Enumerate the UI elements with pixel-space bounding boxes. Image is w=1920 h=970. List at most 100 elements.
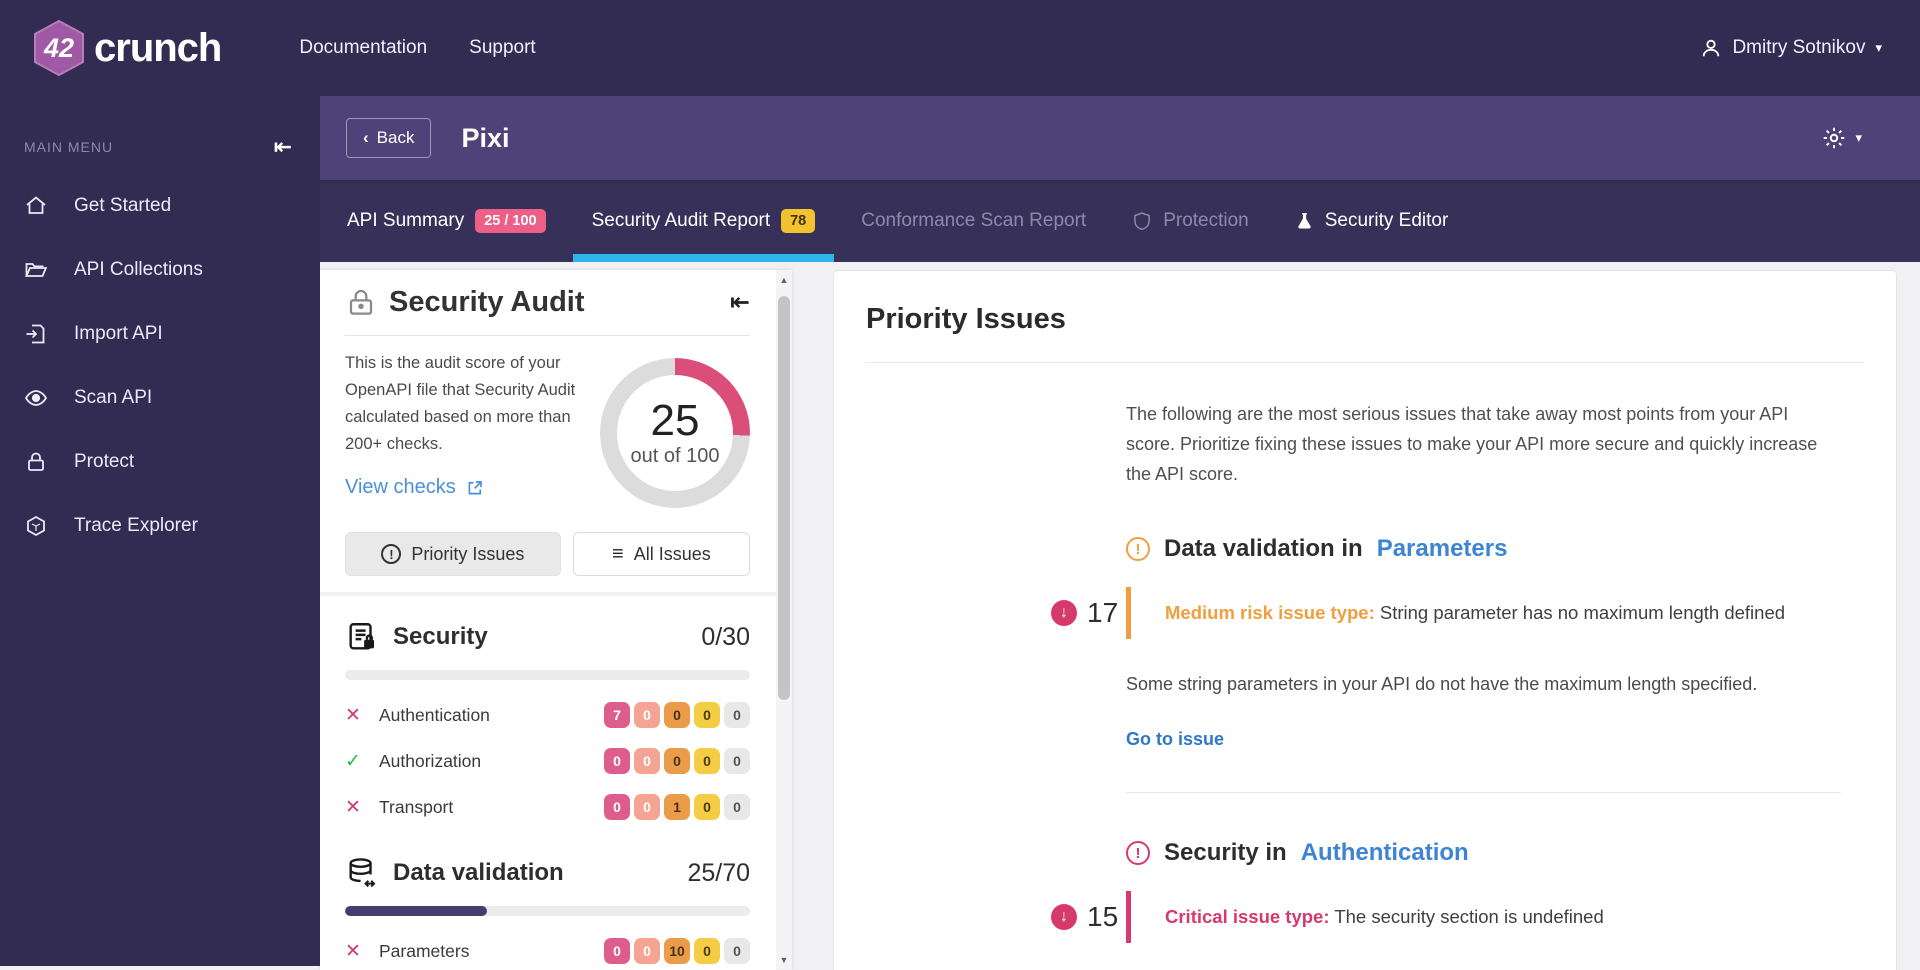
tab-api-summary[interactable]: API Summary 25 / 100 [328, 180, 565, 262]
severity-detail: The security section is undefined [1334, 906, 1603, 927]
severity-badge: 0 [634, 702, 660, 728]
user-icon [1700, 37, 1722, 59]
severity-badge: 0 [604, 794, 630, 820]
back-button[interactable]: ‹ Back [346, 118, 431, 158]
audit-row-authentication[interactable]: ✕ Authentication 7 0 0 0 0 [345, 692, 750, 738]
severity-badge: 0 [664, 702, 690, 728]
back-chevron-icon: ‹ [363, 128, 369, 148]
fail-x-icon: ✕ [345, 704, 379, 727]
issue-heading-link[interactable]: Parameters [1377, 535, 1508, 563]
view-checks-link[interactable]: View checks [345, 476, 600, 499]
severity-badge: 0 [634, 938, 660, 964]
sidebar-section-label: MAIN MENU [24, 139, 113, 155]
external-link-icon [466, 479, 484, 497]
gear-icon [1821, 125, 1847, 151]
padlock-icon [345, 287, 377, 319]
row-label: Parameters [379, 941, 604, 962]
all-issues-button[interactable]: ≡ All Issues [573, 532, 750, 576]
issue-block-data-validation: ! Data validation in Parameters ↓ 17 Med… [834, 535, 1896, 750]
section-divider [320, 592, 792, 596]
severity-badge: 0 [634, 748, 660, 774]
panel-collapse-icon[interactable]: ⇤ [730, 288, 750, 317]
priority-issues-label: Priority Issues [411, 544, 524, 565]
panel-scrollbar[interactable]: ▲ ▼ [776, 270, 792, 970]
severity-badge: 1 [664, 794, 690, 820]
list-icon: ≡ [612, 543, 624, 566]
issue-block-security: ! Security in Authentication ↓ 15 Critic… [834, 839, 1896, 970]
severity-badge: 0 [724, 702, 750, 728]
alert-circle-icon: ! [381, 544, 401, 564]
priority-issues-intro: The following are the most serious issue… [1126, 399, 1826, 489]
pass-check-icon: ✓ [345, 750, 379, 773]
row-label: Transport [379, 797, 604, 818]
hexagon-icon [24, 514, 48, 538]
audit-row-transport[interactable]: ✕ Transport 0 0 1 0 0 [345, 784, 750, 830]
score-value: 25 [651, 398, 700, 444]
page-header: ‹ Back Pixi ▾ [320, 96, 1920, 180]
sidebar-item-label: Trace Explorer [74, 515, 198, 537]
sidebar-item-api-collections[interactable]: API Collections [0, 244, 320, 296]
page-title: Pixi [461, 123, 509, 154]
tab-security-audit-report[interactable]: Security Audit Report 78 [573, 180, 835, 262]
user-caret-icon: ▾ [1875, 40, 1882, 56]
severity-badge: 0 [694, 938, 720, 964]
severity-badge: 0 [694, 748, 720, 774]
priority-issues-title: Priority Issues [866, 303, 1864, 336]
logo-number: 42 [44, 33, 74, 64]
scrollbar-thumb[interactable] [778, 296, 790, 700]
42crunch-logo: 42 crunch [30, 19, 221, 77]
all-issues-label: All Issues [634, 544, 711, 565]
sidebar-collapse-icon[interactable]: ⇤ [274, 136, 292, 158]
sidebar-item-scan-api[interactable]: Scan API [0, 372, 320, 424]
tab-label: Security Audit Report [592, 210, 770, 232]
go-to-issue-link[interactable]: Go to issue [1126, 729, 1896, 750]
top-navbar: 42 crunch Documentation Support Dmitry S… [0, 0, 1920, 96]
issue-heading: Security in [1164, 839, 1287, 867]
category-title: Security [393, 623, 687, 651]
sidebar-item-protect[interactable]: Protect [0, 436, 320, 488]
priority-issues-button[interactable]: ! Priority Issues [345, 532, 561, 576]
sidebar-item-label: Get Started [74, 195, 171, 217]
user-menu[interactable]: Dmitry Sotnikov ▾ [1700, 37, 1882, 59]
divider [1126, 792, 1841, 793]
nav-link-documentation[interactable]: Documentation [299, 37, 427, 59]
tab-security-editor[interactable]: Security Editor [1276, 180, 1468, 262]
severity-detail: String parameter has no maximum length d… [1380, 602, 1785, 623]
sidebar-item-import-api[interactable]: Import API [0, 308, 320, 360]
sidebar-item-label: API Collections [74, 259, 203, 281]
severity-badge: 7 [604, 702, 630, 728]
audit-row-authorization[interactable]: ✓ Authorization 0 0 0 0 0 [345, 738, 750, 784]
row-label: Authorization [379, 751, 604, 772]
content-area: Security Audit ⇤ This is the audit score… [320, 262, 1920, 966]
tab-label: Security Editor [1325, 210, 1449, 232]
score-caption: out of 100 [631, 445, 720, 468]
severity-badge: 0 [664, 748, 690, 774]
points-down-arrow-icon: ↓ [1051, 600, 1077, 626]
shield-icon [1132, 210, 1152, 232]
tab-score-badge: 25 / 100 [475, 209, 545, 233]
divider [345, 335, 750, 336]
sidebar: MAIN MENU ⇤ Get Started API Collections … [0, 96, 320, 966]
settings-caret-icon: ▾ [1855, 130, 1862, 146]
tab-label: Conformance Scan Report [861, 210, 1086, 232]
severity-label: Critical issue type: [1165, 906, 1330, 927]
tab-protection[interactable]: Protection [1113, 180, 1268, 262]
sidebar-item-trace-explorer[interactable]: Trace Explorer [0, 500, 320, 552]
category-score: 0/30 [701, 623, 750, 652]
scroll-up-icon[interactable]: ▲ [776, 272, 792, 288]
nav-link-support[interactable]: Support [469, 37, 536, 59]
tab-label: API Summary [347, 210, 464, 232]
tab-conformance-scan-report[interactable]: Conformance Scan Report [842, 180, 1105, 262]
severity-badge: 0 [724, 748, 750, 774]
issue-heading-link[interactable]: Authentication [1301, 839, 1469, 867]
audit-row-parameters[interactable]: ✕ Parameters 0 0 10 0 0 [345, 928, 750, 970]
severity-text: Medium risk issue type: String parameter… [1165, 602, 1785, 624]
sidebar-item-get-started[interactable]: Get Started [0, 180, 320, 232]
sidebar-item-label: Import API [74, 323, 163, 345]
severity-badge: 0 [724, 938, 750, 964]
view-checks-label: View checks [345, 476, 456, 499]
points-lost: 15 [1087, 901, 1118, 933]
severity-badge: 0 [694, 702, 720, 728]
sidebar-item-label: Protect [74, 451, 134, 473]
settings-menu[interactable]: ▾ [1821, 125, 1862, 151]
